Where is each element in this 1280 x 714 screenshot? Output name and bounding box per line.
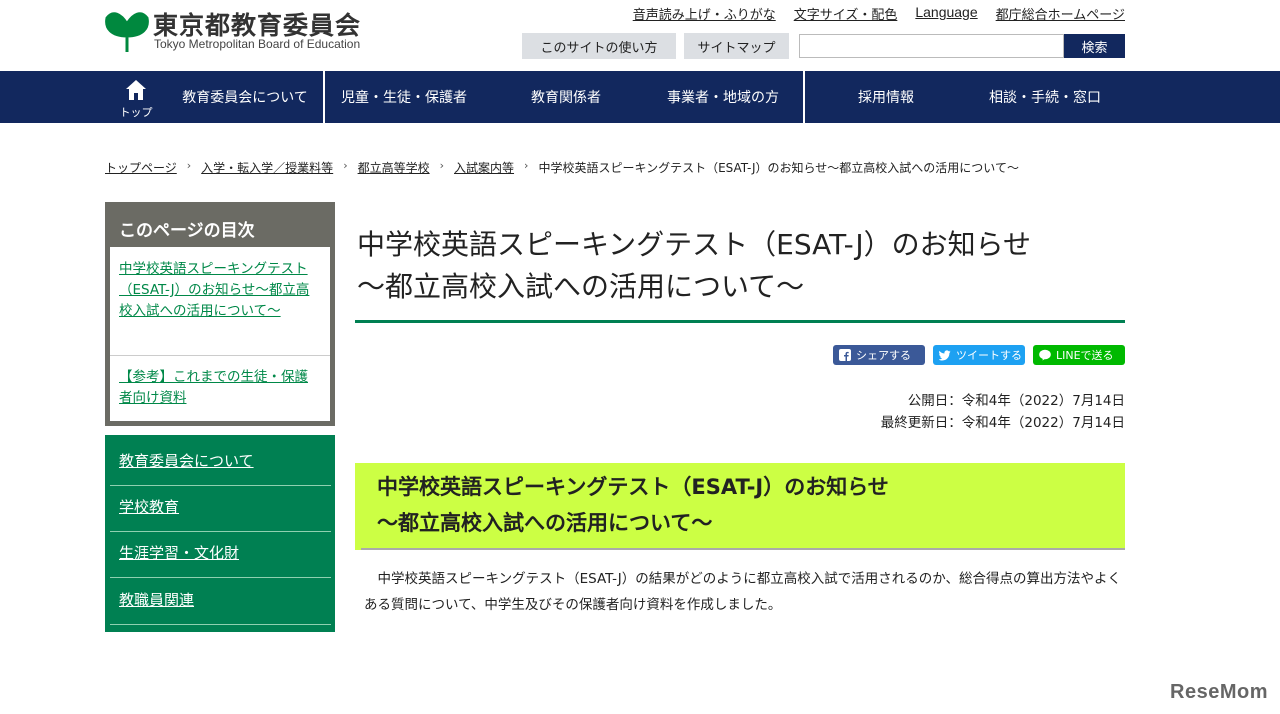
toc-title: このページの目次 [119,221,255,241]
facebook-icon [839,349,851,361]
section-heading-line2: ～都立高校入試への活用について～ [377,511,713,535]
section-heading-accent [355,463,361,550]
global-nav: トップ 教育委員会について 児童・生徒・保護者 教育関係者 事業者・地域の方 採… [0,71,1280,123]
chevron-right-icon: › [439,159,445,172]
menu-divider [110,577,331,578]
side-menu-staff[interactable]: 教職員関連 [119,589,194,610]
title-underline [355,320,1125,323]
sitemap-button[interactable]: サイトマップ [684,33,789,59]
section-heading-text: 中学校英語スピーキングテスト（ESAT-J）のお知らせ ～都立高校入試への活用に… [377,469,889,541]
nav-educators[interactable]: 教育関係者 [492,71,640,123]
line-send-label: LINEで送る [1056,349,1114,362]
twitter-tweet-button[interactable]: ツイートする [933,345,1025,365]
updated-date: 最終更新日：令和4年（2022）7月14日 [880,415,1125,431]
nav-students[interactable]: 児童・生徒・保護者 [326,71,482,123]
search-input[interactable] [799,34,1064,58]
nav-home[interactable]: トップ [114,77,158,119]
link-tokyo-gov-home[interactable]: 都庁総合ホームページ [996,4,1125,23]
section-heading: 中学校英語スピーキングテスト（ESAT-J）のお知らせ ～都立高校入試への活用に… [355,463,1125,550]
toc-body: 中学校英語スピーキングテスト（ESAT-J）のお知らせ～都立高校入試への活用につ… [110,247,330,421]
twitter-bird-icon [939,350,951,361]
breadcrumb-item[interactable]: 入試案内等 [454,159,514,176]
nav-recruitment[interactable]: 採用情報 [806,71,966,123]
toc-link[interactable]: 中学校英語スピーキングテスト（ESAT-J）のお知らせ～都立高校入試への活用につ… [119,259,319,322]
toc-link[interactable]: 【参考】これまでの生徒・保護者向け資料 [119,367,319,409]
site-logo[interactable]: 東京都教育委員会 Tokyo Metropolitan Board of Edu… [105,6,395,56]
logo-english-name: Tokyo Metropolitan Board of Education [154,37,361,51]
line-send-button[interactable]: LINEで送る [1033,345,1125,365]
nav-divider [323,71,325,123]
breadcrumb-item[interactable]: 都立高等学校 [358,159,430,176]
side-menu-board[interactable]: 教育委員会について [119,450,254,471]
menu-divider [110,624,331,625]
published-date: 公開日：令和4年（2022）7月14日 [907,393,1125,409]
nav-board[interactable]: 教育委員会について [168,71,322,123]
page-toc: このページの目次 中学校英語スピーキングテスト（ESAT-J）のお知らせ～都立高… [105,202,335,426]
page-title-line2: ～都立高校入試への活用について～ [357,270,805,303]
nav-home-label: トップ [119,106,153,119]
nav-business[interactable]: 事業者・地域の方 [648,71,798,123]
link-language[interactable]: Language [915,4,977,23]
chevron-right-icon: › [186,159,192,172]
facebook-share-label: シェアする [856,349,911,362]
menu-divider [110,531,331,532]
home-icon [126,80,146,100]
chevron-right-icon: › [343,159,348,172]
section-heading-line1: 中学校英語スピーキングテスト（ESAT-J）のお知らせ [377,475,889,499]
ginkgo-leaf-icon [105,12,149,52]
link-text-size[interactable]: 文字サイズ・配色 [794,4,898,23]
search-button[interactable]: 検索 [1064,34,1125,58]
side-menu-lifelong-learning[interactable]: 生涯学習・文化財 [119,542,239,563]
utility-links: 音声読み上げ・ふりがな 文字サイズ・配色 Language 都庁総合ホームページ [633,4,1125,23]
resemom-watermark: ReseMom [1170,681,1268,703]
side-menu: 教育委員会について 学校教育 生涯学習・文化財 教職員関連 [105,435,335,632]
chevron-right-icon: › [524,159,529,172]
body-paragraph: 中学校英語スピーキングテスト（ESAT-J）の結果がどのように都立高校入試で活用… [364,571,1121,613]
line-icon [1039,349,1051,361]
page-title: 中学校英語スピーキングテスト（ESAT-J）のお知らせ ～都立高校入試への活用に… [357,224,1125,308]
page-title-line1: 中学校英語スピーキングテスト（ESAT-J）のお知らせ [357,228,1032,261]
nav-consultation[interactable]: 相談・手続・窓口 [966,71,1124,123]
facebook-share-button[interactable]: シェアする [833,345,925,365]
toc-divider [110,355,330,356]
nav-divider [803,71,805,123]
breadcrumb-current: 中学校英語スピーキングテスト（ESAT-J）のお知らせ～都立高校入試への活用につ… [538,161,1019,175]
side-menu-school-education[interactable]: 学校教育 [119,496,179,517]
twitter-tweet-label: ツイートする [956,349,1022,362]
link-read-aloud[interactable]: 音声読み上げ・ふりがな [633,4,776,23]
publish-dates: 公開日：令和4年（2022）7月14日 最終更新日：令和4年（2022）7月14… [881,390,1125,434]
howto-button[interactable]: このサイトの使い方 [522,33,676,59]
breadcrumb-item[interactable]: 入学・転入学／授業料等 [201,159,333,176]
breadcrumb: トップページ › 入学・転入学／授業料等 › 都立高等学校 › 入試案内等 › … [105,159,1019,176]
menu-divider [110,485,331,486]
breadcrumb-item[interactable]: トップページ [105,159,177,176]
